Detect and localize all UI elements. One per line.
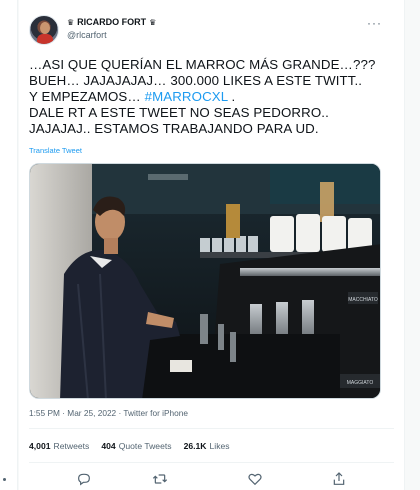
tweet-line-2: BUEH… JAJAJAJAJ… 300.000 LIKES A ESTE TW… — [29, 73, 363, 88]
user-handle[interactable]: @rlcarfort — [67, 30, 107, 40]
tweet-photo[interactable]: MACCHIATO MAGGIATO — [29, 163, 381, 399]
tweet-line-4: DALE RT A ESTE TWEET NO SEAS PEDORRO.. — [29, 105, 329, 120]
machine-brand-label: MACCHIATO — [348, 297, 378, 303]
avatar[interactable] — [29, 15, 59, 45]
tweet-source[interactable]: Twitter for iPhone — [123, 408, 188, 418]
likes-stat[interactable]: 26.1K Likes — [184, 441, 230, 451]
retweet-button[interactable] — [152, 471, 168, 487]
share-button[interactable] — [331, 471, 347, 487]
tweet-text: …ASI QUE QUERÍAN EL MARROC MÁS GRANDE…??… — [29, 57, 394, 137]
likes-count: 26.1K — [183, 441, 207, 451]
translate-tweet-link[interactable]: Translate Tweet — [29, 146, 82, 155]
retweet-icon — [152, 474, 168, 484]
tweet-card: ♛ RICARDO FORT ♛ @rlcarfort ··· …ASI QUE… — [19, 0, 404, 490]
tweet-date[interactable]: Mar 25, 2022 — [67, 408, 116, 418]
retweets-stat[interactable]: 4,001 Retweets — [29, 441, 89, 451]
right-sidebar-edge — [404, 0, 420, 490]
retweets-label: Retweets — [53, 441, 90, 451]
quotes-label: Quote Tweets — [118, 441, 172, 451]
sidebar-dot — [3, 478, 6, 481]
photo-bar-scene: MACCHIATO MAGGIATO — [30, 164, 380, 398]
tweet-line-5: JAJAJAJ.. ESTAMOS TRABAJANDO PARA UD. — [29, 121, 319, 136]
reply-icon — [78, 473, 90, 486]
quotes-count: 404 — [101, 441, 116, 451]
likes-label: Likes — [209, 441, 230, 451]
reply-button[interactable] — [76, 471, 92, 487]
tweet-actions — [19, 471, 404, 487]
more-icon[interactable]: ··· — [367, 16, 382, 30]
crown-icon: ♛ — [149, 17, 157, 27]
heart-icon — [248, 473, 262, 486]
avatar-face — [40, 22, 50, 34]
quote-tweets-stat[interactable]: 404 Quote Tweets — [101, 441, 171, 451]
hashtag-suffix: . — [227, 89, 236, 104]
tweet-header: ♛ RICARDO FORT ♛ @rlcarfort ··· — [19, 12, 404, 52]
tweet-stats: 4,001 Retweets 404 Quote Tweets 26.1K Likes — [29, 441, 230, 451]
tweet-line-3: Y EMPEZAMOS… #MARROCXL . — [29, 89, 394, 105]
share-icon — [333, 472, 345, 485]
tweet-line-1: …ASI QUE QUERÍAN EL MARROC MÁS GRANDE…??… — [29, 57, 376, 72]
display-name-text: RICARDO FORT — [77, 17, 147, 27]
tweet-line-3-text: Y EMPEZAMOS… — [29, 89, 145, 104]
display-name[interactable]: ♛ RICARDO FORT ♛ — [67, 17, 156, 27]
tweet-time[interactable]: 1:55 PM — [29, 408, 60, 418]
retweets-count: 4,001 — [29, 441, 51, 451]
left-sidebar-edge — [0, 0, 18, 490]
hashtag-link[interactable]: #MARROCXL — [145, 89, 228, 104]
tweet-meta: 1:55 PM · Mar 25, 2022 · Twitter for iPh… — [29, 408, 188, 418]
divider — [29, 462, 394, 463]
divider — [29, 428, 394, 429]
machine-brand-label-2: MAGGIATO — [347, 380, 374, 386]
crown-icon: ♛ — [67, 17, 75, 27]
avatar-shirt — [37, 34, 53, 44]
like-button[interactable] — [247, 471, 263, 487]
